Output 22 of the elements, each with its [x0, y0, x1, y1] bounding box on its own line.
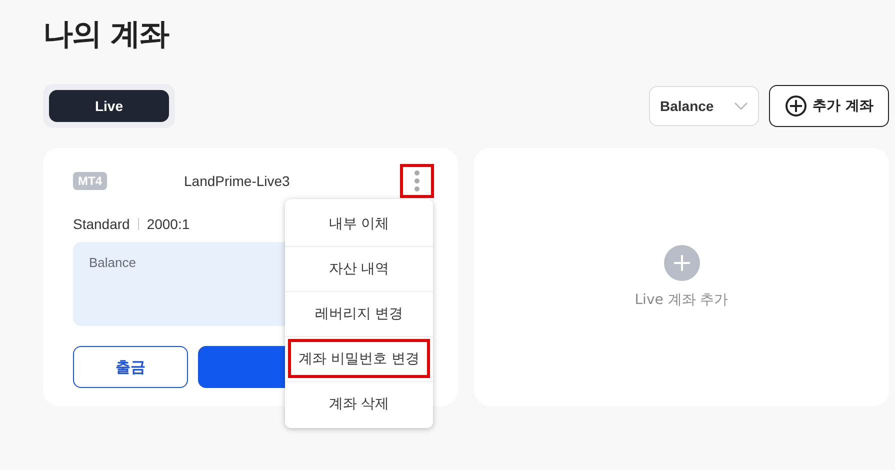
sort-select[interactable]: Balance	[649, 86, 759, 126]
withdraw-button[interactable]: 출금	[73, 346, 188, 388]
vertical-dots-icon	[414, 170, 420, 192]
plus-circle-icon	[664, 245, 700, 281]
platform-badge: MT4	[73, 172, 107, 190]
chevron-down-icon	[734, 102, 748, 110]
plus-circle-icon	[784, 95, 807, 117]
page-title: 나의 계좌	[43, 16, 170, 54]
account-type: Standard	[73, 216, 130, 232]
add-account-button[interactable]: 추가 계좌	[769, 85, 889, 127]
menu-item[interactable]: 레버리지 변경	[285, 291, 433, 336]
more-button[interactable]	[400, 164, 434, 198]
add-account-card[interactable]: Live 계좌 추가	[474, 148, 889, 406]
menu-item[interactable]: 계좌 삭제	[285, 381, 433, 426]
balance-label: Balance	[89, 255, 136, 270]
menu-item[interactable]: 내부 이체	[285, 201, 433, 246]
leverage-value: 2000:1	[146, 216, 190, 232]
add-account-label: Live 계좌 추가	[634, 291, 728, 309]
menu-item[interactable]: 계좌 비밀번호 변경	[285, 336, 433, 381]
menu-item[interactable]: 자산 내역	[285, 246, 433, 291]
tab[interactable]: Live	[49, 90, 169, 122]
server-name: LandPrime-Live3	[184, 173, 290, 189]
